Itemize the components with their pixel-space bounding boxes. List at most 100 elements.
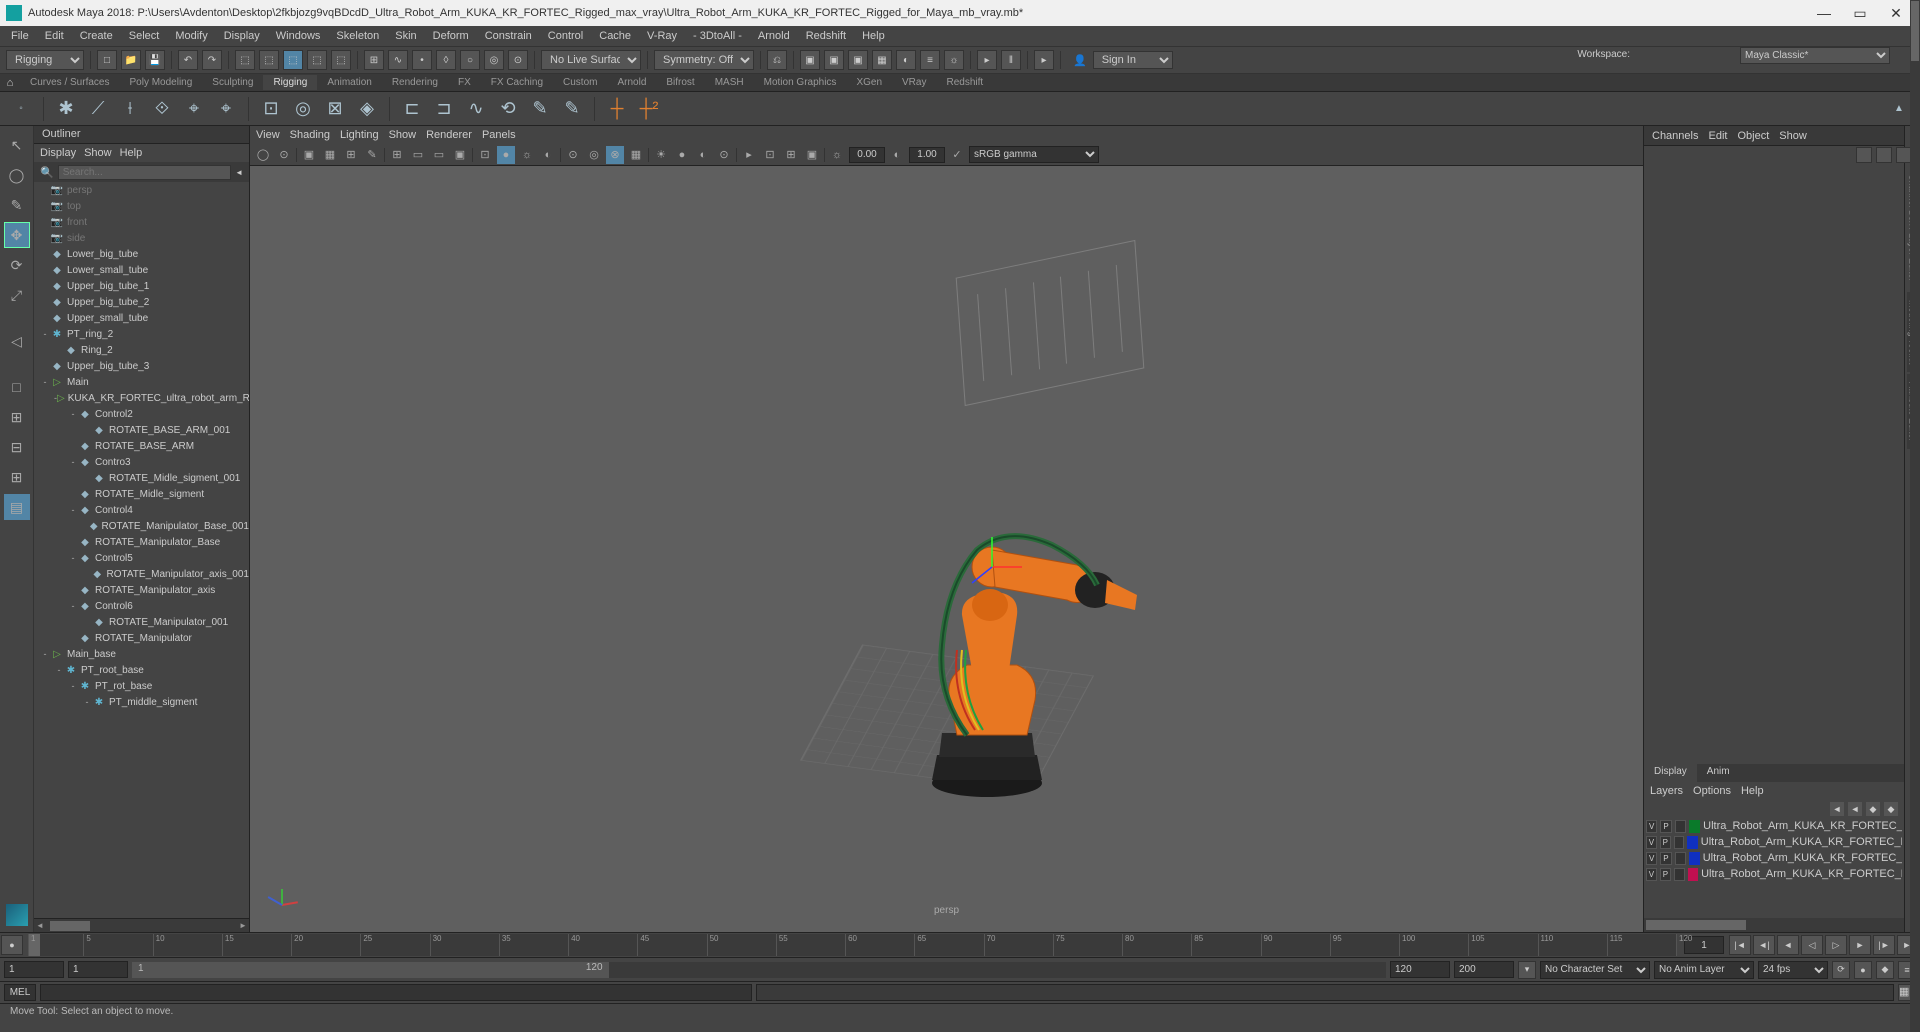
open-scene-button[interactable]: 📁 (121, 50, 141, 70)
viewport-menu-panels[interactable]: Panels (482, 129, 516, 141)
layer-row[interactable]: VPUltra_Robot_Arm_KUKA_KR_FORTEC_Rigged_… (1644, 834, 1904, 850)
render-icon[interactable]: ▣ (800, 50, 820, 70)
image-plane-icon[interactable]: ▦ (321, 146, 339, 164)
shelf-tab-curvessurfaces[interactable]: Curves / Surfaces (20, 75, 119, 90)
outliner-item[interactable]: -✱PT_ring_2 (34, 326, 249, 342)
motion-blur-icon[interactable]: ⊡ (761, 146, 779, 164)
insert-joint-icon[interactable]: ⟋ (85, 96, 111, 122)
menu-display[interactable]: Display (217, 28, 267, 44)
gamma-input[interactable] (909, 147, 945, 163)
outliner-item[interactable]: -◆Control4 (34, 502, 249, 518)
snap-icon[interactable]: ○ (460, 50, 480, 70)
xray-icon[interactable]: ◎ (585, 146, 603, 164)
layer-row[interactable]: VPUltra_Robot_Arm_KUKA_KR_FORTEC_Rigged_… (1644, 818, 1904, 834)
xray-icon[interactable] (1856, 147, 1872, 163)
expand-icon[interactable]: - (68, 409, 78, 419)
range-menu-icon[interactable]: ▾ (1518, 961, 1536, 979)
expand-icon[interactable]: - (40, 649, 50, 659)
menu-modify[interactable]: Modify (168, 28, 214, 44)
shelf-tab-mash[interactable]: MASH (705, 75, 754, 90)
expand-icon[interactable]: - (54, 665, 64, 675)
add-to-layer-icon[interactable]: ◆ (1884, 802, 1898, 816)
shelf-tab-bifrost[interactable]: Bifrost (656, 75, 704, 90)
wireframe-icon[interactable]: ⊡ (476, 146, 494, 164)
ik-handle-icon[interactable]: ⌖ (181, 96, 207, 122)
redo-button[interactable]: ↷ (202, 50, 222, 70)
view-transform-icon[interactable]: ✓ (948, 146, 966, 164)
bind-skin-icon[interactable]: ⊏ (399, 96, 425, 122)
outliner-item[interactable]: ◆ROTATE_BASE_ARM_001 (34, 422, 249, 438)
expand-icon[interactable]: - (68, 457, 78, 467)
mirror-joint-icon[interactable]: ⟊ (117, 96, 143, 122)
menu-cache[interactable]: Cache (592, 28, 638, 44)
outliner-hscroll[interactable]: ◄► (34, 918, 249, 932)
range-inner-end-input[interactable] (1390, 961, 1450, 978)
ipr-render-icon[interactable]: ▣ (848, 50, 868, 70)
menu-deform[interactable]: Deform (426, 28, 476, 44)
outliner-item[interactable]: 📷top (34, 198, 249, 214)
layer-color-swatch[interactable] (1689, 820, 1700, 833)
viewport-canvas[interactable]: persp (250, 166, 1643, 932)
outliner-item[interactable]: ◆ROTATE_Manipulator_axis (34, 582, 249, 598)
shelf-tab-fxcaching[interactable]: FX Caching (481, 75, 553, 90)
outliner-menu-show[interactable]: Show (84, 147, 112, 159)
snap-curve-icon[interactable]: ∿ (388, 50, 408, 70)
menu-create[interactable]: Create (73, 28, 120, 44)
shelf-tab-polymodeling[interactable]: Poly Modeling (119, 75, 202, 90)
outliner-item[interactable]: -✱PT_rot_base (34, 678, 249, 694)
gate-mask-icon[interactable]: ▣ (451, 146, 469, 164)
ik-spline-icon[interactable]: ⌖ (213, 96, 239, 122)
menu-vray[interactable]: V-Ray (640, 28, 684, 44)
joint-tool-icon[interactable]: ✱ (53, 96, 79, 122)
isolate-icon[interactable] (1876, 147, 1892, 163)
outliner-item[interactable]: ◆ROTATE_Manipulator_axis_001 (34, 566, 249, 582)
search-arrow-icon[interactable]: ◄ (235, 168, 243, 177)
isolate-icon[interactable]: ⊙ (564, 146, 582, 164)
expand-icon[interactable]: - (68, 505, 78, 515)
channelbox-menu-show[interactable]: Show (1779, 130, 1807, 142)
detach-skin-icon[interactable]: ⊐ (431, 96, 457, 122)
menu-select[interactable]: Select (122, 28, 167, 44)
script-lang-button[interactable]: MEL (4, 984, 36, 1001)
paint-select-icon[interactable]: ✎ (4, 192, 30, 218)
menu-skin[interactable]: Skin (388, 28, 423, 44)
range-start-input[interactable] (4, 961, 64, 978)
outliner-item[interactable]: -▷Main (34, 374, 249, 390)
create-control-icon[interactable]: ⊡ (258, 96, 284, 122)
outliner-item[interactable]: ◆Upper_big_tube_2 (34, 294, 249, 310)
outliner-item[interactable]: -◆Control5 (34, 550, 249, 566)
cluster-icon[interactable]: ⊠ (322, 96, 348, 122)
outliner-item[interactable]: 📷side (34, 230, 249, 246)
outliner-search-input[interactable] (58, 165, 231, 180)
loop-icon[interactable]: ⟳ (1832, 961, 1850, 979)
layers-hscroll[interactable] (1644, 918, 1904, 932)
resolution-gate-icon[interactable]: ▭ (430, 146, 448, 164)
viewport-menu-renderer[interactable]: Renderer (426, 129, 472, 141)
outliner-item[interactable]: ◆Lower_small_tube (34, 262, 249, 278)
go-start-button[interactable]: |◄ (1729, 935, 1751, 955)
autokey-icon[interactable]: ● (1854, 961, 1872, 979)
smooth-shade-icon[interactable]: ● (497, 146, 515, 164)
select-mode-icon[interactable]: ⬚ (259, 50, 279, 70)
outliner-item[interactable]: -✱PT_root_base (34, 662, 249, 678)
viewport-menu-show[interactable]: Show (389, 129, 417, 141)
new-layer-icon[interactable]: ◆ (1866, 802, 1880, 816)
bookmark-icon[interactable]: ▣ (300, 146, 318, 164)
move-layer-up-icon[interactable]: ◄ (1830, 802, 1844, 816)
xray-joints-icon[interactable]: ⊗ (606, 146, 624, 164)
set-key-icon[interactable]: ◆ (1876, 961, 1894, 979)
outliner-item[interactable]: ◆Ring_2 (34, 342, 249, 358)
layer-playback-toggle[interactable]: P (1660, 852, 1671, 865)
outliner-item[interactable]: ◆Upper_big_tube_1 (34, 278, 249, 294)
textured-icon[interactable]: ▦ (627, 146, 645, 164)
outliner-menu-display[interactable]: Display (40, 147, 76, 159)
snap-icon[interactable]: ◎ (484, 50, 504, 70)
shelf-arrow-icon[interactable]: ▲ (1886, 96, 1912, 122)
render-settings-icon[interactable]: ▦ (872, 50, 892, 70)
gamma-icon[interactable]: ◐ (888, 146, 906, 164)
two-pane-icon[interactable]: ⊟ (4, 434, 30, 460)
move-tool-icon[interactable]: ✥ (4, 222, 30, 248)
range-end-input[interactable] (1454, 961, 1514, 978)
outliner-item[interactable]: ◆ROTATE_Manipulator_Base_001 (34, 518, 249, 534)
time-slider-track[interactable]: 1510152025303540455055606570758085909510… (28, 934, 1676, 956)
